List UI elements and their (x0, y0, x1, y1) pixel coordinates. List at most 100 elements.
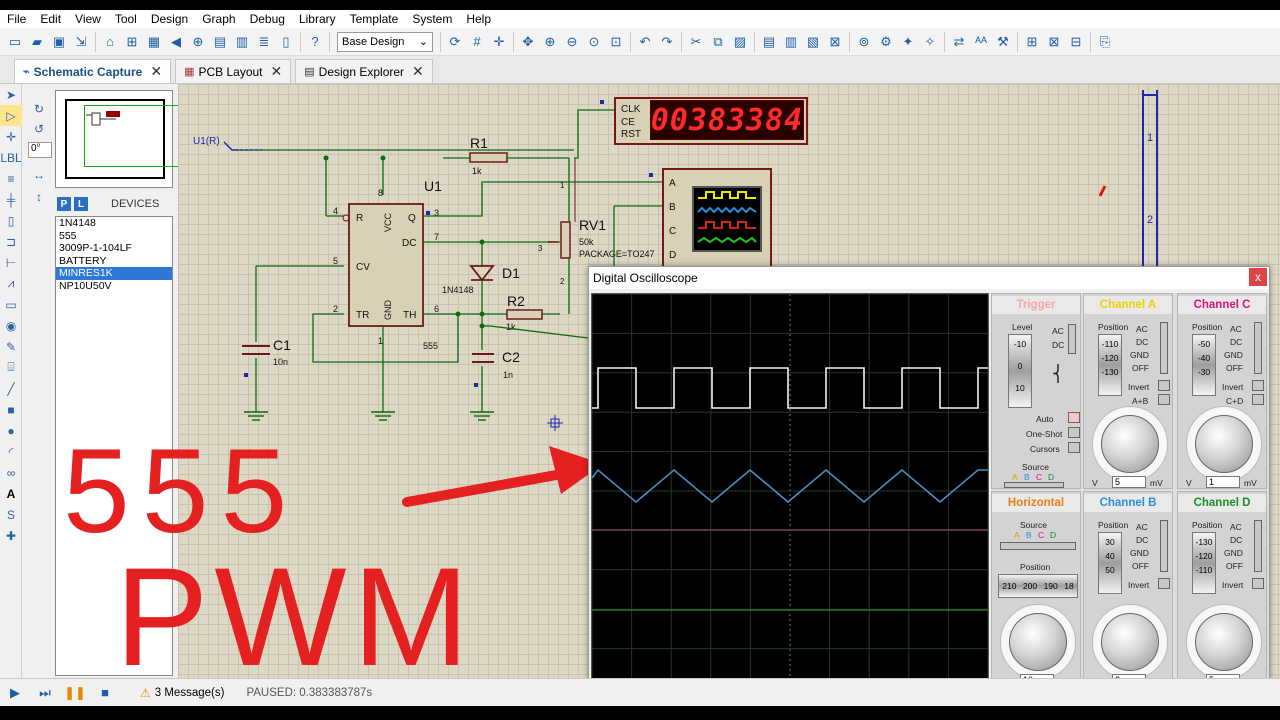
channel-c-value[interactable]: 1 (1206, 476, 1240, 488)
wire-label-mode-icon[interactable]: LBL (0, 147, 22, 168)
rotation-angle-field[interactable]: 0° (28, 142, 52, 158)
oscilloscope-titlebar[interactable]: Digital Oscilloscope (589, 267, 1269, 289)
close-icon[interactable]: ✕ (150, 63, 162, 80)
rotate-ccw-icon[interactable]: ↺ (28, 118, 50, 139)
overview-window[interactable] (55, 90, 202, 188)
mirror-x-icon[interactable]: ↔ (28, 164, 50, 185)
menu-edit[interactable]: Edit (33, 10, 68, 28)
channel-a-value[interactable]: 5 (1112, 476, 1146, 488)
menu-help[interactable]: Help (459, 10, 498, 28)
import-icon[interactable]: ⇲ (71, 32, 91, 52)
menu-design[interactable]: Design (144, 10, 195, 28)
bus-mode-icon[interactable]: ╪ (0, 189, 22, 210)
channel-b-mode-switch[interactable] (1160, 520, 1168, 572)
exit-to-parent-icon[interactable]: ⊟ (1066, 32, 1086, 52)
device-pins-mode-icon[interactable]: ⊢ (0, 252, 22, 273)
mirror-y-icon[interactable]: ↕ (28, 186, 50, 207)
invert-toggle[interactable] (1252, 380, 1264, 391)
arc-mode-icon[interactable]: ◜ (0, 441, 22, 462)
tape-recorder-mode-icon[interactable]: ▭ (0, 294, 22, 315)
library-manager-button[interactable]: L (74, 197, 88, 211)
wire-autorouter-icon[interactable]: ⇄ (949, 32, 969, 52)
paste-icon[interactable]: ▨ (730, 32, 750, 52)
menu-graph[interactable]: Graph (195, 10, 242, 28)
remove-sheet-icon[interactable]: ⊠ (1044, 32, 1064, 52)
menu-library[interactable]: Library (292, 10, 343, 28)
back-icon[interactable]: ◀ (166, 32, 186, 52)
circle-mode-icon[interactable]: ● (0, 420, 22, 441)
close-button[interactable]: x (1249, 268, 1267, 286)
channel-a-mode-switch[interactable] (1160, 322, 1168, 374)
home-icon[interactable]: ⌂ (100, 32, 120, 52)
gerber-icon[interactable]: ▥ (232, 32, 252, 52)
pan-icon[interactable]: ✥ (518, 32, 538, 52)
play-button[interactable]: ▶ (0, 683, 30, 703)
block-rotate-icon[interactable]: ▧ (803, 32, 823, 52)
selection-mode-icon[interactable]: ➤ (0, 84, 22, 105)
zoom-out-icon[interactable]: ⊖ (562, 32, 582, 52)
pause-button[interactable]: ❚❚ (60, 683, 90, 703)
copy-icon[interactable]: ⧉ (708, 32, 728, 52)
channel-d-position-scale[interactable]: -130 -120 -110 (1192, 532, 1216, 594)
undo-icon[interactable]: ↶ (635, 32, 655, 52)
path-mode-icon[interactable]: ∞ (0, 462, 22, 483)
component-icon[interactable]: ⊕ (188, 32, 208, 52)
zoom-in-icon[interactable]: ⊕ (540, 32, 560, 52)
menu-tool[interactable]: Tool (108, 10, 144, 28)
text-script-mode-icon[interactable]: ≡ (0, 168, 22, 189)
channel-a-gain-knob[interactable] (1101, 415, 1159, 473)
channel-d-mode-switch[interactable] (1254, 520, 1262, 572)
generator-mode-icon[interactable]: ◉ (0, 315, 22, 336)
invert-toggle[interactable] (1158, 578, 1170, 589)
channel-c-position-scale[interactable]: -50 -40 -30 (1192, 334, 1216, 396)
refresh-icon[interactable]: ⟳ (445, 32, 465, 52)
menu-debug[interactable]: Debug (243, 10, 292, 28)
package-icon[interactable]: ✦ (898, 32, 918, 52)
component-mode-icon[interactable]: ▷ (0, 105, 22, 126)
stop-button[interactable]: ■ (90, 683, 120, 703)
trigger-edge-icon[interactable]: ⎨ (1052, 364, 1064, 384)
cut-icon[interactable]: ✂ (686, 32, 706, 52)
step-button[interactable]: ⏭ (30, 683, 60, 703)
pick-device-icon[interactable]: ⊚ (854, 32, 874, 52)
terminals-mode-icon[interactable]: ⊐ (0, 231, 22, 252)
block-delete-icon[interactable]: ⊠ (825, 32, 845, 52)
block-copy-icon[interactable]: ▤ (759, 32, 779, 52)
decompose-icon[interactable]: ✧ (920, 32, 940, 52)
channel-b-position-scale[interactable]: 30 40 50 (1098, 532, 1122, 594)
trigger-source-slider[interactable] (1004, 482, 1064, 488)
junction-mode-icon[interactable]: ✛ (0, 126, 22, 147)
marker-mode-icon[interactable]: ✚ (0, 525, 22, 546)
search-icon[interactable]: ᴬᴬ (971, 32, 991, 52)
zoom-all-icon[interactable]: ⊙ (584, 32, 604, 52)
bom-icon[interactable]: ≣ (254, 32, 274, 52)
horizontal-position-scale[interactable]: 210 200 190 18 (998, 574, 1078, 598)
list-item[interactable]: NP10U50V (56, 280, 172, 293)
pcb-icon[interactable]: ▤ (210, 32, 230, 52)
close-icon[interactable]: ✕ (412, 63, 424, 80)
cursors-toggle[interactable] (1068, 442, 1080, 453)
list-item[interactable]: 3009P-1-104LF (56, 242, 172, 255)
new-file-icon[interactable]: ▭ (5, 32, 25, 52)
rotate-cw-icon[interactable]: ↻ (28, 98, 50, 119)
list-item[interactable]: BATTERY (56, 255, 172, 268)
redo-icon[interactable]: ↷ (657, 32, 677, 52)
grid-icon[interactable]: # (467, 32, 487, 52)
combine-toggle[interactable] (1158, 394, 1170, 405)
channel-c-mode-switch[interactable] (1254, 322, 1262, 374)
tab-schematic-capture[interactable]: ⌁ Schematic Capture ✕ (14, 59, 172, 83)
new-sheet-icon[interactable]: ⊞ (1022, 32, 1042, 52)
menu-view[interactable]: View (68, 10, 108, 28)
trigger-level-scale[interactable]: -10 0 10 (1008, 334, 1032, 408)
auto-toggle[interactable] (1068, 412, 1080, 423)
netlist-icon[interactable]: ⎘ (1095, 32, 1115, 52)
graph-mode-icon[interactable]: ⩘ (0, 273, 22, 294)
horizontal-source-slider[interactable] (1000, 542, 1076, 550)
property-tool-icon[interactable]: ⚒ (993, 32, 1013, 52)
chip-icon[interactable]: ▦ (144, 32, 164, 52)
invert-toggle[interactable] (1158, 380, 1170, 391)
symbol-mode-icon[interactable]: S (0, 504, 22, 525)
tab-pcb-layout[interactable]: ▦ PCB Layout ✕ (175, 59, 292, 83)
save-icon[interactable]: ▣ (49, 32, 69, 52)
schematic-icon[interactable]: ⊞ (122, 32, 142, 52)
